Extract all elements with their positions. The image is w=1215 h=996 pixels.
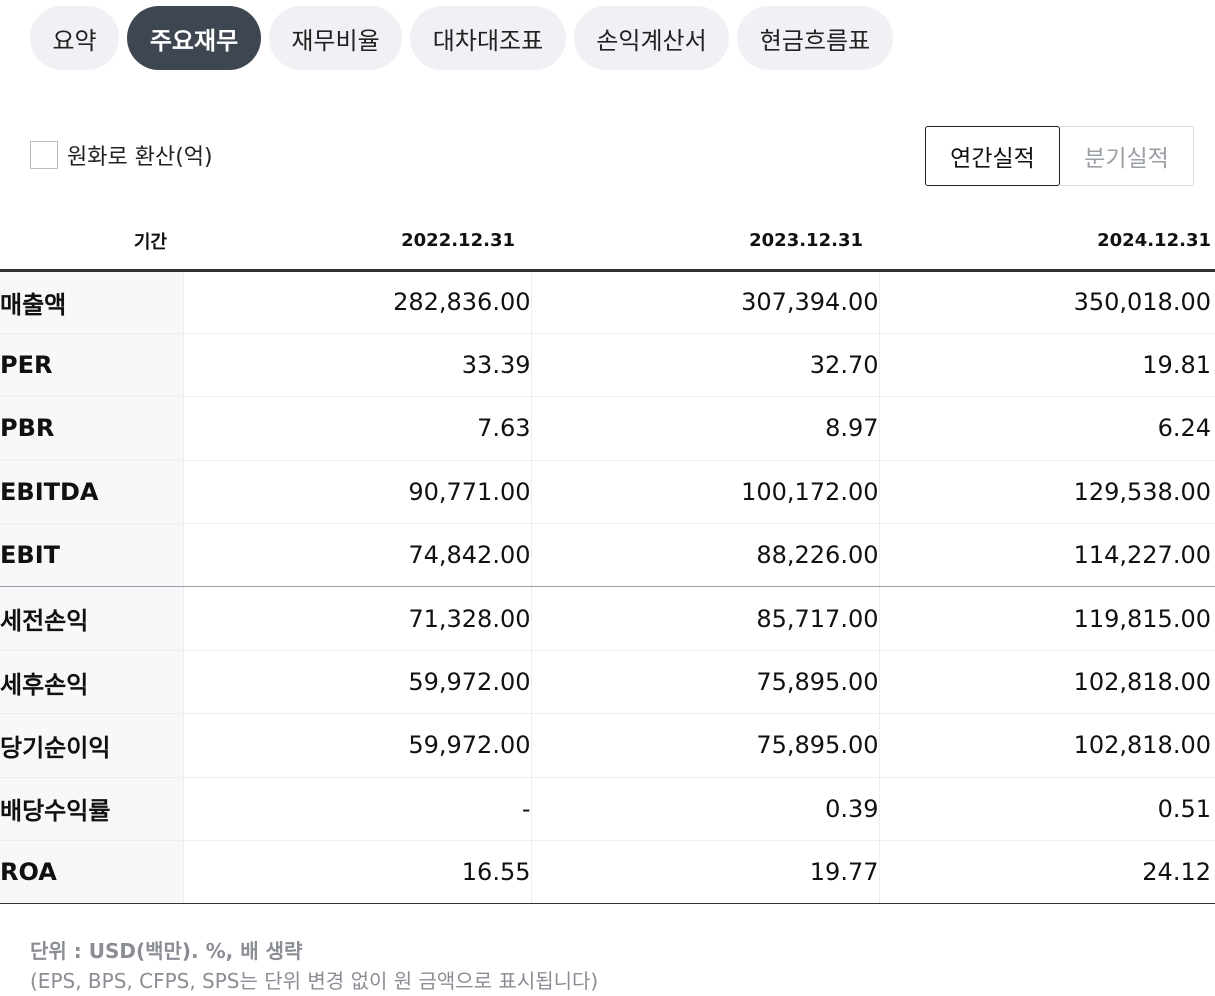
year-header: 2023.12.31 [531,213,879,272]
cell-value: 32.70 [531,333,880,398]
cell-value: 307,394.00 [531,270,880,334]
period-header: 기간 [0,213,183,272]
row-label: 배당수익률 [0,777,184,842]
row-label: 세후손익 [0,650,184,715]
table-row: 매출액 282,836.00 307,394.00 350,018.00 [0,270,1215,334]
cell-value: 75,895.00 [531,650,880,715]
period-toggle: 연간실적 분기실적 [925,126,1194,186]
krw-convert-label: 원화로 환산(억) [67,145,213,170]
table-row: 배당수익률 - 0.39 0.51 [0,777,1215,842]
cell-value: 19.77 [531,840,880,905]
unit-footnote: 단위 : USD(백만). %, 배 생략 (EPS, BPS, CFPS, S… [30,936,598,996]
cell-value: 90,771.00 [183,460,532,525]
cell-value: 129,538.00 [879,460,1215,525]
tab-key-financials[interactable]: 주요재무 [127,6,261,70]
year-header: 2024.12.31 [879,213,1215,272]
quarterly-results-button[interactable]: 분기실적 [1060,126,1194,186]
annual-results-button[interactable]: 연간실적 [925,126,1060,186]
cell-value: 19.81 [879,333,1215,398]
cell-value: 100,172.00 [531,460,880,525]
cell-value: 6.24 [879,396,1215,461]
table-row: 당기순이익 59,972.00 75,895.00 102,818.00 [0,713,1215,778]
year-header: 2022.12.31 [183,213,531,272]
cell-value: 75,895.00 [531,713,880,778]
financial-tabs: 요약 주요재무 재무비율 대차대조표 손익계산서 현금흐름표 [30,6,893,70]
cell-value: 88,226.00 [531,523,880,588]
cell-value: 114,227.00 [879,523,1215,588]
unit-note: (EPS, BPS, CFPS, SPS는 단위 변경 없이 원 금액으로 표시… [30,969,599,993]
krw-convert-checkbox[interactable] [30,141,58,169]
cell-value: 85,717.00 [531,586,880,651]
tab-income-statement[interactable]: 손익계산서 [574,6,729,70]
financials-table: 기간 2022.12.31 2023.12.31 2024.12.31 매출액 … [0,213,1215,905]
table-header-row: 기간 2022.12.31 2023.12.31 2024.12.31 [0,213,1215,272]
tab-financial-ratios[interactable]: 재무비율 [269,6,402,70]
tab-cash-flow[interactable]: 현금흐름표 [737,6,893,70]
cell-value: 71,328.00 [183,586,532,651]
row-label: PBR [0,396,184,461]
row-label: EBIT [0,523,184,588]
tab-summary[interactable]: 요약 [30,6,119,70]
cell-value: 102,818.00 [879,650,1215,715]
cell-value: 350,018.00 [879,270,1215,334]
cell-value: - [183,777,532,842]
cell-value: 102,818.00 [879,713,1215,778]
unit-text: 단위 : USD(백만). %, 배 생략 [30,939,303,963]
cell-value: 7.63 [183,396,532,461]
cell-value: 59,972.00 [183,650,532,715]
row-label: 매출액 [0,270,184,334]
table-row: ROA 16.55 19.77 24.12 [0,840,1215,905]
cell-value: 16.55 [183,840,532,905]
table-row: PBR 7.63 8.97 6.24 [0,396,1215,461]
row-label: ROA [0,840,184,905]
cell-value: 0.39 [531,777,880,842]
table-row: PER 33.39 32.70 19.81 [0,333,1215,398]
row-label: PER [0,333,184,398]
krw-convert-toggle[interactable]: 원화로 환산(억) [30,139,213,171]
cell-value: 59,972.00 [183,713,532,778]
cell-value: 33.39 [183,333,532,398]
table-row: 세전손익 71,328.00 85,717.00 119,815.00 [0,586,1215,651]
tab-balance-sheet[interactable]: 대차대조표 [410,6,566,70]
row-label: EBITDA [0,460,184,525]
row-label: 당기순이익 [0,713,184,778]
cell-value: 74,842.00 [183,523,532,588]
cell-value: 0.51 [879,777,1215,842]
cell-value: 24.12 [879,840,1215,905]
cell-value: 282,836.00 [183,270,532,334]
table-row: 세후손익 59,972.00 75,895.00 102,818.00 [0,650,1215,715]
table-row: EBIT 74,842.00 88,226.00 114,227.00 [0,523,1215,588]
cell-value: 8.97 [531,396,880,461]
row-label: 세전손익 [0,586,184,651]
cell-value: 119,815.00 [879,586,1215,651]
table-row: EBITDA 90,771.00 100,172.00 129,538.00 [0,460,1215,525]
